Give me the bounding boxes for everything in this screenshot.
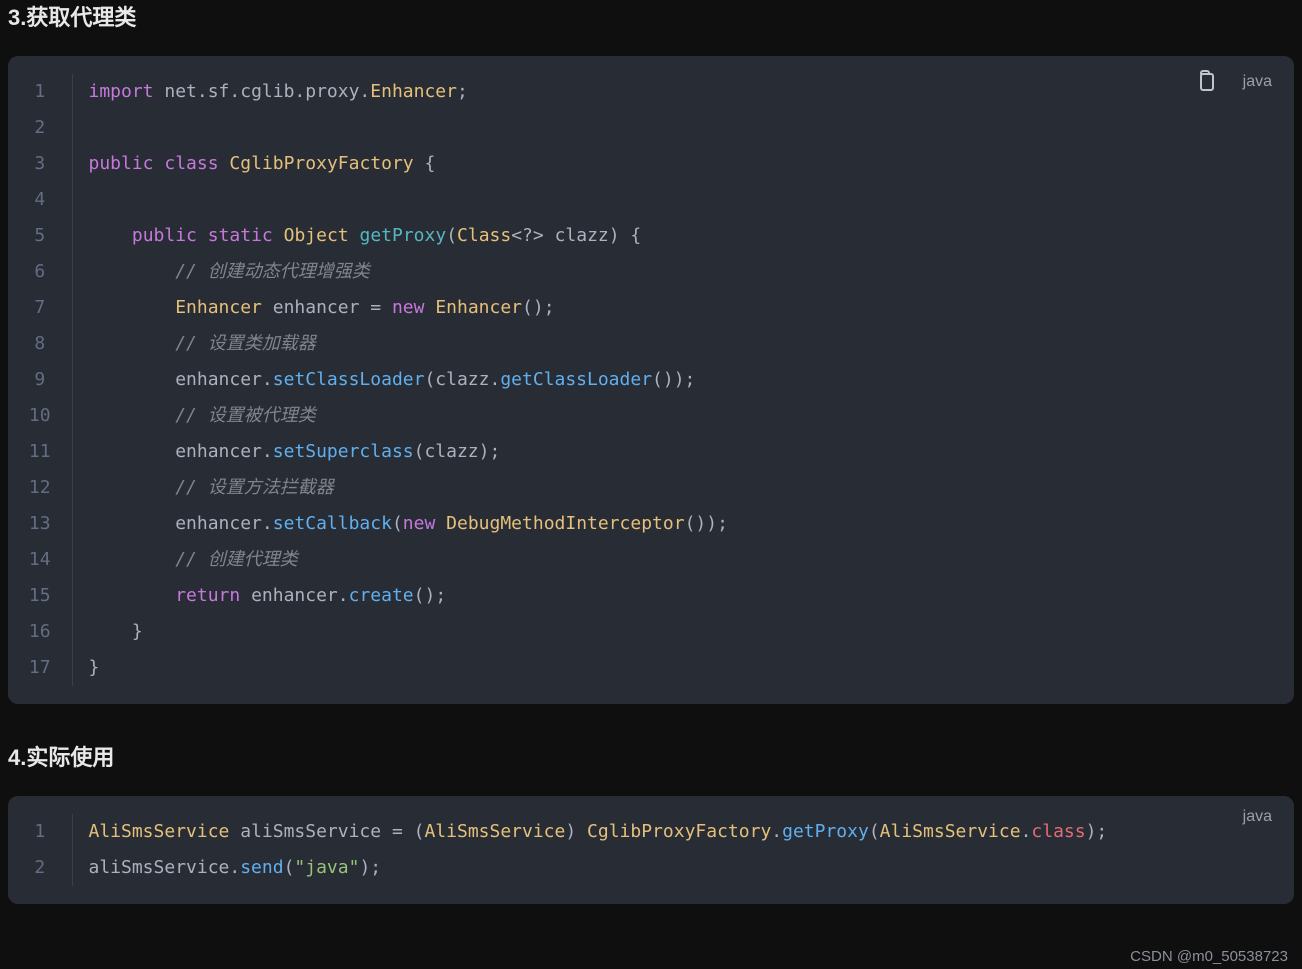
- line-number: 3: [8, 146, 72, 182]
- code-line: 14 // 创建代理类: [8, 542, 1294, 578]
- code-header: java: [1243, 808, 1272, 826]
- line-number: 8: [8, 326, 72, 362]
- code-line: 7 Enhancer enhancer = new Enhancer();: [8, 290, 1294, 326]
- line-number: 16: [8, 614, 72, 650]
- code-content[interactable]: // 设置类加载器: [72, 326, 1294, 362]
- code-content[interactable]: import net.sf.cglib.proxy.Enhancer;: [72, 74, 1294, 110]
- line-number: 12: [8, 470, 72, 506]
- section-heading-4: 4.实际使用: [0, 740, 1302, 796]
- code-line: 10 // 设置被代理类: [8, 398, 1294, 434]
- code-content[interactable]: enhancer.setSuperclass(clazz);: [72, 434, 1294, 470]
- code-line: 3public class CglibProxyFactory {: [8, 146, 1294, 182]
- code-content[interactable]: aliSmsService.send("java");: [72, 850, 1294, 886]
- code-line: 15 return enhancer.create();: [8, 578, 1294, 614]
- line-number: 6: [8, 254, 72, 290]
- line-number: 15: [8, 578, 72, 614]
- code-content[interactable]: public class CglibProxyFactory {: [72, 146, 1294, 182]
- line-number: 11: [8, 434, 72, 470]
- code-lang-label: java: [1243, 73, 1272, 91]
- code-line: 17}: [8, 650, 1294, 686]
- code-content[interactable]: [72, 110, 1294, 146]
- code-lang-label: java: [1243, 808, 1272, 826]
- code-line: 11 enhancer.setSuperclass(clazz);: [8, 434, 1294, 470]
- code-line: 16 }: [8, 614, 1294, 650]
- code-line: 2: [8, 110, 1294, 146]
- code-content[interactable]: // 创建代理类: [72, 542, 1294, 578]
- code-content[interactable]: return enhancer.create();: [72, 578, 1294, 614]
- line-number: 7: [8, 290, 72, 326]
- code-line: 2aliSmsService.send("java");: [8, 850, 1294, 886]
- watermark: CSDN @m0_50538723: [1130, 948, 1288, 965]
- line-number: 14: [8, 542, 72, 578]
- code-header: java: [1191, 68, 1272, 96]
- line-number: 1: [8, 74, 72, 110]
- code-line: 8 // 设置类加载器: [8, 326, 1294, 362]
- line-number: 2: [8, 110, 72, 146]
- line-number: 1: [8, 814, 72, 850]
- code-content[interactable]: // 设置方法拦截器: [72, 470, 1294, 506]
- code-content[interactable]: // 创建动态代理增强类: [72, 254, 1294, 290]
- code-content[interactable]: }: [72, 614, 1294, 650]
- line-number: 13: [8, 506, 72, 542]
- code-content[interactable]: enhancer.setClassLoader(clazz.getClassLo…: [72, 362, 1294, 398]
- code-line: 5 public static Object getProxy(Class<?>…: [8, 218, 1294, 254]
- code-line: 9 enhancer.setClassLoader(clazz.getClass…: [8, 362, 1294, 398]
- section-heading-3: 3.获取代理类: [0, 0, 1302, 56]
- code-content[interactable]: // 设置被代理类: [72, 398, 1294, 434]
- line-number: 2: [8, 850, 72, 886]
- code-block-2: java 1AliSmsService aliSmsService = (Ali…: [8, 796, 1294, 904]
- code-line: 13 enhancer.setCallback(new DebugMethodI…: [8, 506, 1294, 542]
- code-line: 4: [8, 182, 1294, 218]
- code-block-1: java 1import net.sf.cglib.proxy.Enhancer…: [8, 56, 1294, 704]
- code-content[interactable]: AliSmsService aliSmsService = (AliSmsSer…: [72, 814, 1294, 850]
- code-content[interactable]: [72, 182, 1294, 218]
- line-number: 17: [8, 650, 72, 686]
- code-line: 6 // 创建动态代理增强类: [8, 254, 1294, 290]
- code-content[interactable]: enhancer.setCallback(new DebugMethodInte…: [72, 506, 1294, 542]
- copy-icon[interactable]: [1191, 68, 1219, 96]
- line-number: 5: [8, 218, 72, 254]
- line-number: 4: [8, 182, 72, 218]
- code-content[interactable]: }: [72, 650, 1294, 686]
- line-number: 10: [8, 398, 72, 434]
- line-number: 9: [8, 362, 72, 398]
- code-line: 1AliSmsService aliSmsService = (AliSmsSe…: [8, 814, 1294, 850]
- code-table-2: 1AliSmsService aliSmsService = (AliSmsSe…: [8, 814, 1294, 886]
- code-line: 1import net.sf.cglib.proxy.Enhancer;: [8, 74, 1294, 110]
- code-content[interactable]: Enhancer enhancer = new Enhancer();: [72, 290, 1294, 326]
- code-table-1: 1import net.sf.cglib.proxy.Enhancer;2 3p…: [8, 74, 1294, 686]
- code-content[interactable]: public static Object getProxy(Class<?> c…: [72, 218, 1294, 254]
- code-line: 12 // 设置方法拦截器: [8, 470, 1294, 506]
